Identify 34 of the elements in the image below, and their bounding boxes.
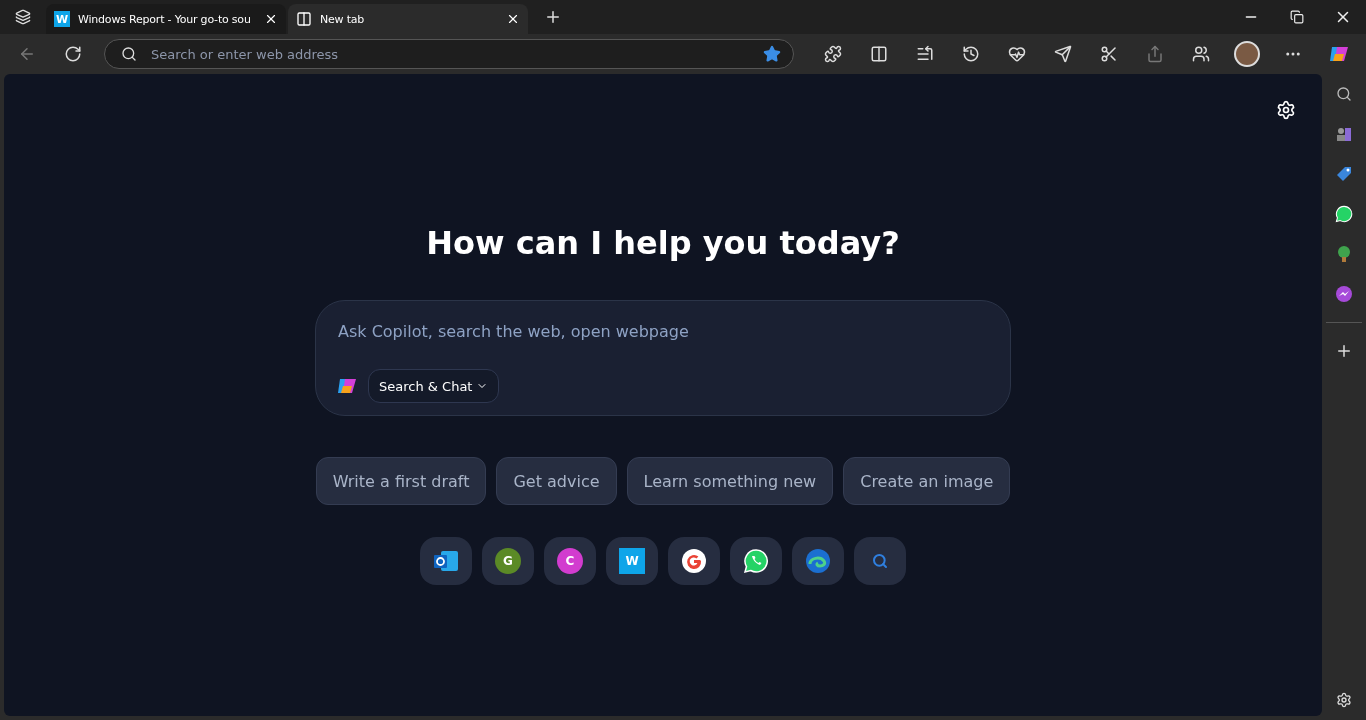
search-icon xyxy=(872,553,888,569)
shortcut-tile[interactable] xyxy=(668,537,720,585)
shortcut-tile[interactable] xyxy=(420,537,472,585)
shortcut-tile[interactable] xyxy=(792,537,844,585)
close-icon xyxy=(264,12,278,26)
shortcut-tile[interactable]: G xyxy=(482,537,534,585)
close-icon xyxy=(506,12,520,26)
wave-logo-icon xyxy=(805,548,831,574)
suggestion-chip[interactable]: Create an image xyxy=(843,457,1011,505)
suggestion-chip[interactable]: Learn something new xyxy=(626,457,834,505)
shortcut-tile[interactable] xyxy=(854,537,906,585)
star-icon[interactable] xyxy=(763,45,782,63)
browser-tab[interactable]: W Windows Report - Your go-to sou xyxy=(46,4,286,34)
address-bar[interactable]: Search or enter web address xyxy=(103,39,795,69)
site-letter-icon: G xyxy=(495,548,521,574)
mode-dropdown[interactable]: Search & Chat xyxy=(368,369,500,403)
shortcut-tile[interactable]: C xyxy=(544,537,596,585)
site-letter-icon: W xyxy=(619,548,645,574)
g-logo-icon xyxy=(681,548,707,574)
tab-title: Windows Report - Your go-to sou xyxy=(78,12,252,26)
site-favicon: W xyxy=(54,11,70,27)
prompt-box[interactable]: Ask Copilot, search the web, open webpage Search & Chat xyxy=(315,300,1011,416)
page-heading: How can I help you today? xyxy=(426,224,900,262)
suggestion-chip[interactable]: Write a first draft xyxy=(315,457,487,505)
search-icon xyxy=(120,46,137,62)
suggestion-chip[interactable]: Get advice xyxy=(496,457,617,505)
settings-icon[interactable] xyxy=(1276,100,1296,120)
address-input[interactable]: Search or enter web address xyxy=(148,45,752,63)
tab-title: New tab xyxy=(320,12,366,26)
shortcut-tile[interactable] xyxy=(730,537,782,585)
browser-tab[interactable]: New tab xyxy=(288,4,528,34)
mail-app-icon xyxy=(433,549,459,573)
site-letter-icon: C xyxy=(557,548,583,574)
prompt-input[interactable]: Ask Copilot, search the web, open webpage xyxy=(336,321,990,342)
